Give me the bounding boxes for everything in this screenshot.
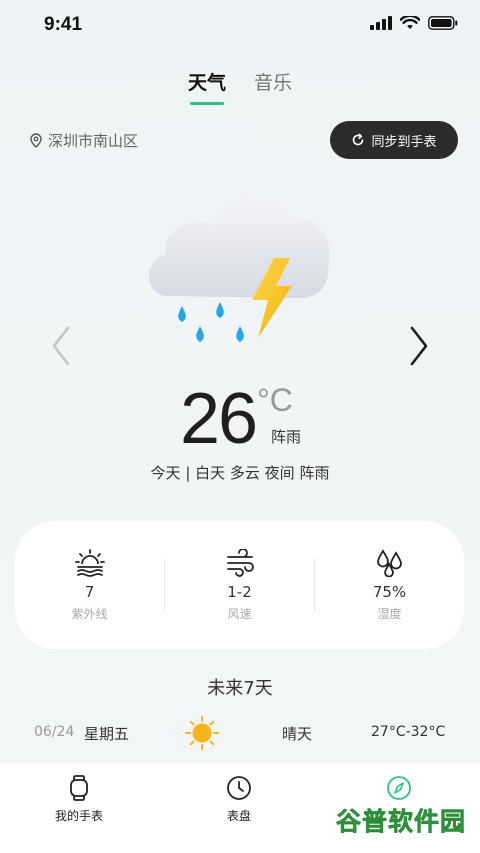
current-temperature: 26 °C 阵雨 [0, 378, 480, 459]
forecast-date: 06/24 [34, 724, 75, 740]
battery-icon [428, 16, 458, 30]
uv-label: 紫外线 [71, 606, 108, 621]
wind-icon [226, 548, 254, 577]
nav-watch-face[interactable]: 表盘 [194, 775, 284, 824]
humidity-value: 75% [372, 582, 407, 601]
compass-icon [387, 776, 411, 800]
status-bar: 9:41 [0, 0, 480, 52]
status-time: 9:41 [44, 14, 83, 35]
wind-label: 风速 [227, 606, 252, 621]
tab-music[interactable]: 音乐 [254, 68, 292, 105]
uv-sun-icon [74, 548, 105, 577]
svg-text:谷普软件园: 谷普软件园 [336, 807, 466, 836]
sunny-icon [185, 716, 219, 750]
uv-value: 7 [84, 582, 95, 601]
forecast-title: 未来7天 [207, 678, 273, 699]
metrics-card: 7 紫外线 1-2 风速 75% 湿度 [15, 521, 464, 649]
signal-icon [370, 16, 392, 30]
top-tabs: 天气 音乐 [0, 68, 480, 105]
sync-button-label: 同步到手表 [371, 134, 437, 150]
day-summary: 今天 | 白天 多云 夜间 阵雨 [150, 464, 330, 482]
forecast-row[interactable]: 06/24 星期五 晴天 27°C-32°C [0, 712, 480, 754]
status-icons [370, 16, 458, 30]
location-text: 深圳市南山区 [48, 132, 139, 150]
forecast-condition: 晴天 [282, 725, 313, 743]
forecast-weekday: 星期五 [84, 725, 130, 743]
temperature-value: 26 [180, 379, 258, 459]
nav-watch-face-label: 表盘 [226, 809, 251, 823]
watermark-logo: 谷普软件园 [330, 803, 472, 839]
nav-my-watch[interactable]: 我的手表 [34, 775, 124, 824]
metric-uv: 7 紫外线 [15, 548, 164, 622]
wifi-icon [400, 16, 420, 29]
temperature-unit: °C [257, 382, 293, 418]
wind-value: 1-2 [227, 582, 252, 601]
sync-to-watch-button[interactable]: 同步到手表 [330, 121, 458, 159]
humidity-drops-icon [376, 548, 402, 577]
watch-icon [70, 775, 88, 801]
sync-icon [353, 133, 364, 146]
tab-weather[interactable]: 天气 [188, 68, 226, 105]
humidity-label: 湿度 [377, 606, 402, 621]
next-arrow-icon[interactable] [404, 322, 434, 370]
nav-my-watch-label: 我的手表 [54, 809, 103, 823]
thunder-rain-cloud-icon [148, 195, 330, 342]
metric-humidity: 75% 湿度 [315, 548, 464, 622]
location-pin-icon [30, 133, 42, 148]
current-condition: 阵雨 [271, 428, 302, 446]
previous-arrow-icon[interactable] [46, 322, 76, 370]
location[interactable]: 深圳市南山区 [30, 130, 138, 151]
metric-wind: 1-2 风速 [165, 548, 314, 622]
clock-icon [227, 776, 251, 800]
forecast-range: 27°C-32°C [371, 724, 446, 740]
